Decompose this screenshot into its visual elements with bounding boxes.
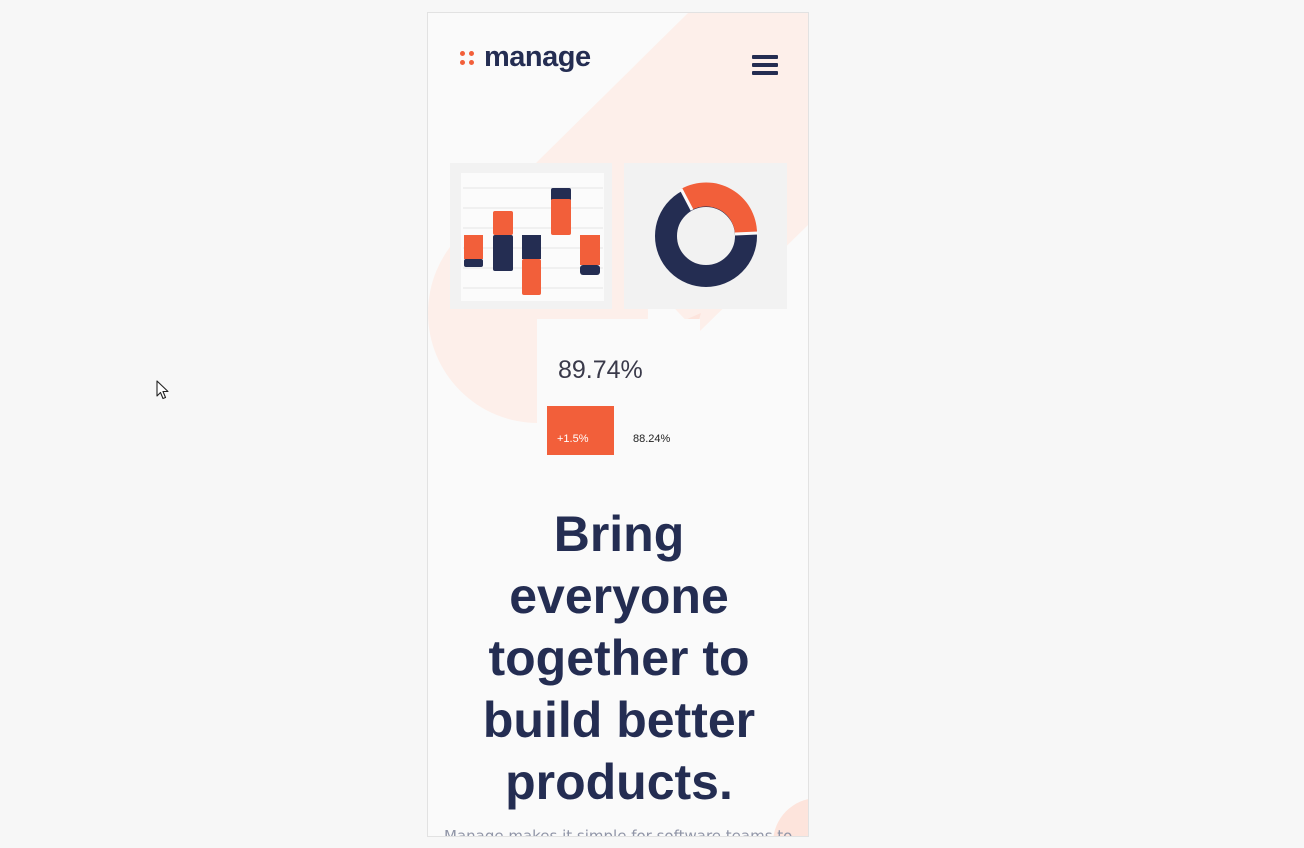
mouse-pointer-icon bbox=[156, 380, 169, 400]
mobile-viewport: manage 89.74% +1.5% 88.24% Bring everyon… bbox=[427, 12, 809, 837]
bar-2-neg bbox=[493, 235, 513, 271]
change-badge: +1.5% bbox=[547, 406, 614, 455]
stat-secondary: 88.24% bbox=[633, 433, 671, 445]
bar-3-neg bbox=[522, 259, 541, 295]
badge-change-label: +1.5% bbox=[557, 433, 589, 445]
hero-illustration bbox=[450, 163, 787, 465]
bar-3 bbox=[522, 235, 541, 259]
stat-main: 89.74% bbox=[558, 356, 643, 384]
bar-1-neg bbox=[464, 259, 483, 267]
bar-1 bbox=[464, 235, 483, 259]
hero-subtext: Manage makes it simple for software team… bbox=[444, 827, 793, 837]
bar-5-neg bbox=[580, 265, 600, 275]
bar-4 bbox=[551, 199, 571, 235]
bar-2 bbox=[493, 211, 513, 235]
hero-headline: Bring everyone together to build better … bbox=[482, 506, 756, 810]
bar-5 bbox=[580, 235, 600, 265]
